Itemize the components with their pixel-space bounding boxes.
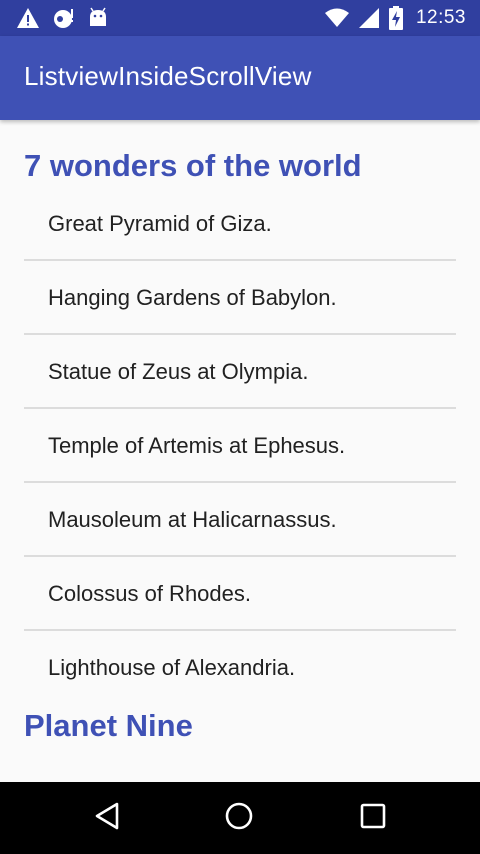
list-item-label: Colossus of Rhodes. [48, 581, 251, 606]
wonders-list[interactable]: Great Pyramid of Giza. Hanging Gardens o… [24, 187, 456, 705]
list-item-label: Hanging Gardens of Babylon. [48, 285, 337, 310]
warning-icon [16, 7, 40, 29]
wifi-icon [324, 8, 349, 28]
status-system: 12:53 [324, 6, 466, 30]
status-clock: 12:53 [415, 7, 466, 28]
list-item-label: Lighthouse of Alexandria. [48, 655, 296, 680]
android-icon [88, 7, 108, 29]
battery-charging-icon [388, 6, 403, 30]
scroll-content[interactable]: 7 wonders of the world Great Pyramid of … [0, 120, 480, 782]
notification-icon [52, 7, 76, 29]
status-notifications [16, 7, 108, 29]
list-item[interactable]: Statue of Zeus at Olympia. [24, 335, 456, 409]
list-item[interactable]: Temple of Artemis at Ephesus. [24, 409, 456, 483]
list-item[interactable]: Hanging Gardens of Babylon. [24, 261, 456, 335]
list-item[interactable]: Colossus of Rhodes. [24, 557, 456, 631]
list-item-label: Mausoleum at Halicarnassus. [48, 507, 337, 532]
recents-icon [360, 803, 386, 834]
list-item[interactable]: Great Pyramid of Giza. [24, 187, 456, 261]
recents-button[interactable] [349, 798, 397, 838]
status-bar: 12:53 [0, 0, 480, 36]
signal-icon [358, 7, 380, 29]
list-item-label: Great Pyramid of Giza. [48, 211, 272, 236]
list-item-label: Statue of Zeus at Olympia. [48, 359, 309, 384]
app-bar: ListviewInsideScrollView [0, 36, 480, 120]
list-item[interactable]: Lighthouse of Alexandria. [24, 631, 456, 705]
list-item[interactable]: Mausoleum at Halicarnassus. [24, 483, 456, 557]
back-button[interactable] [83, 798, 131, 838]
planet-nine-section-title: Planet Nine [24, 708, 193, 743]
app-title: ListviewInsideScrollView [24, 61, 312, 91]
navigation-bar [0, 782, 480, 854]
wonders-section-title: 7 wonders of the world [24, 148, 362, 183]
home-icon [224, 801, 254, 836]
list-item-label: Temple of Artemis at Ephesus. [48, 433, 346, 458]
home-button[interactable] [215, 798, 263, 838]
back-icon [93, 801, 121, 836]
